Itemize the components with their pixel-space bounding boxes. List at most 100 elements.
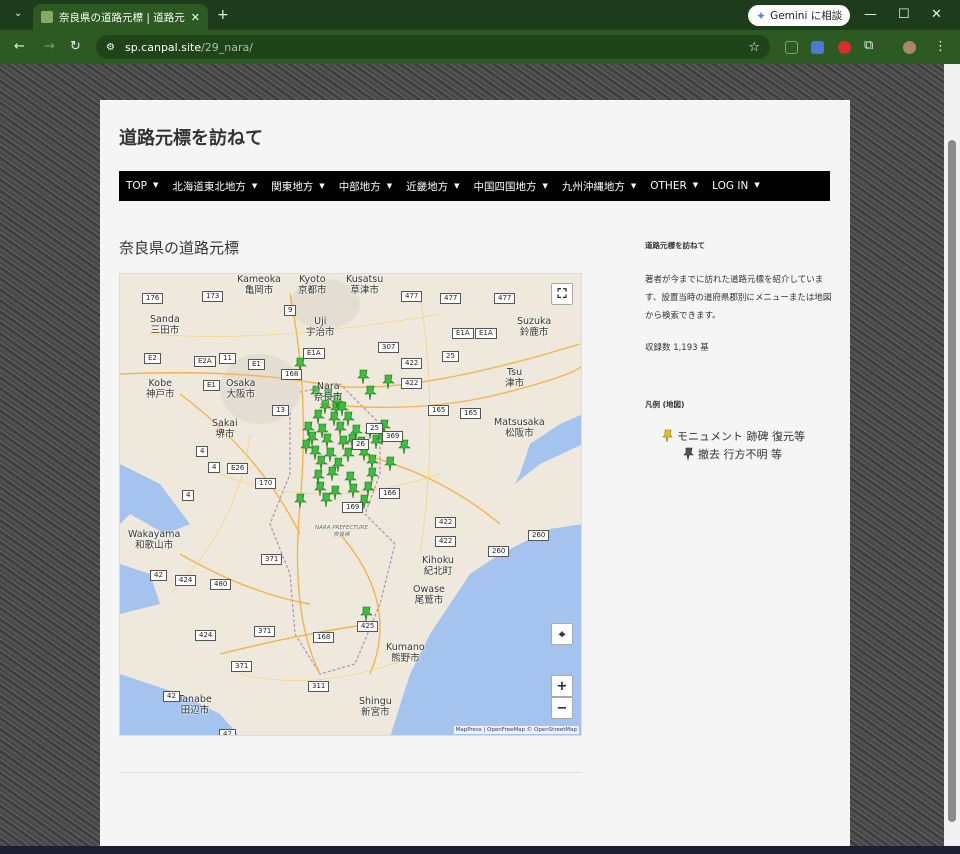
- site-info-icon[interactable]: ⚙: [106, 42, 115, 53]
- map-marker-pin[interactable]: [312, 409, 325, 425]
- bookmark-star-icon[interactable]: ☆: [748, 40, 760, 55]
- map-marker-pin[interactable]: [364, 385, 377, 401]
- route-shield: 25: [442, 351, 459, 362]
- route-shield: 25: [366, 423, 383, 434]
- route-shield: 477: [440, 293, 462, 304]
- address-bar[interactable]: ⚙ sp.canpal.site/29_nara/ ☆: [96, 35, 770, 59]
- url-path: /29_nara/: [201, 40, 253, 54]
- forward-icon[interactable]: →: [44, 40, 55, 53]
- place-wakayama: Wakayama 和歌山市: [128, 529, 181, 551]
- route-shield: E1A: [303, 348, 325, 359]
- scroll-thumb[interactable]: [948, 140, 956, 822]
- map-marker-pin[interactable]: [315, 455, 328, 471]
- minimize-icon[interactable]: —: [864, 8, 877, 21]
- place-tsu: Tsu 津市: [505, 367, 525, 389]
- nav-item-kyushu-okinawa[interactable]: 九州沖縄地方 ▼: [562, 179, 636, 194]
- place-kameoka: Kameoka 亀岡市: [237, 274, 281, 296]
- reload-icon[interactable]: ↻: [70, 40, 81, 53]
- maximize-icon[interactable]: ☐: [898, 8, 910, 21]
- site-favicon-icon: [41, 11, 53, 23]
- site-title[interactable]: 道路元標を訪ねて: [119, 124, 263, 150]
- place-nara-prefecture: NARA PREFECTURE 奈良県: [315, 525, 368, 538]
- nav-item-kinki[interactable]: 近畿地方 ▼: [406, 179, 459, 194]
- nav-item-chubu[interactable]: 中部地方 ▼: [339, 179, 392, 194]
- legend-item-monument: モニュメント 跡碑 復元等: [662, 428, 835, 444]
- extensions-puzzle-icon[interactable]: ⧉: [864, 39, 873, 52]
- chevron-down-icon: ▼: [542, 181, 548, 190]
- new-tab-icon[interactable]: +: [217, 8, 229, 22]
- map-marker-pin[interactable]: [342, 447, 355, 463]
- map-marker-pin[interactable]: [324, 447, 337, 463]
- map-marker-pin[interactable]: [366, 467, 379, 483]
- gemini-label: Gemini に相談: [770, 10, 843, 22]
- map-marker-pin[interactable]: [321, 433, 334, 449]
- chevron-down-icon: ▼: [386, 181, 393, 190]
- route-shield: E1: [203, 380, 220, 391]
- taskbar: [0, 846, 960, 854]
- chevron-down-icon: ▼: [251, 181, 258, 190]
- back-icon[interactable]: ←: [14, 40, 25, 53]
- chevron-down-icon: ▼: [754, 181, 760, 189]
- main-nav: TOP ▼ 北海道東北地方 ▼ 関東地方 ▼ 中部地方 ▼ 近畿地方 ▼ 中国四国地方 ▼ …: [119, 171, 830, 201]
- chevron-down-icon: ▼: [692, 181, 699, 189]
- nav-item-kanto[interactable]: 関東地方 ▼: [271, 179, 324, 194]
- route-shield: E26: [227, 463, 249, 474]
- map-marker-pin[interactable]: [329, 485, 342, 501]
- locate-me-icon[interactable]: ⌖: [551, 623, 573, 645]
- map-marker-pin[interactable]: [326, 466, 339, 482]
- scrollbar[interactable]: [944, 64, 960, 846]
- route-shield: 422: [435, 517, 457, 528]
- chrome-menu-icon[interactable]: ⋮: [934, 40, 947, 53]
- map-marker-pin[interactable]: [366, 454, 379, 470]
- place-nara: Nara 奈良市: [314, 381, 343, 403]
- map-marker-pin[interactable]: [384, 456, 397, 472]
- nav-item-top[interactable]: TOP ▼: [126, 180, 158, 192]
- route-shield: E1A: [475, 328, 497, 339]
- place-sakai: Sakai 堺市: [212, 418, 238, 440]
- nav-item-other[interactable]: OTHER ▼: [650, 180, 698, 192]
- map-marker-pin[interactable]: [342, 411, 355, 427]
- nav-item-login[interactable]: LOG IN ▼: [712, 180, 760, 192]
- extension-screen-icon[interactable]: [785, 41, 798, 54]
- route-shield: 173: [202, 291, 224, 302]
- map-attribution[interactable]: MapPress | OpenFreeMap © OpenStreetMap: [453, 726, 579, 734]
- route-shield: 260: [528, 530, 550, 541]
- map-marker-pin[interactable]: [347, 483, 360, 499]
- route-shield: 176: [142, 293, 164, 304]
- map-marker-pin[interactable]: [294, 493, 307, 509]
- map-marker-pin[interactable]: [398, 439, 411, 455]
- browser-tab-active[interactable]: 奈良県の道路元標 | 道路元標を訪 ✕: [33, 4, 208, 30]
- nav-item-hokkaido-tohoku[interactable]: 北海道東北地方 ▼: [172, 179, 257, 194]
- route-shield: 260: [488, 546, 510, 557]
- zoom-out-button[interactable]: −: [551, 697, 573, 719]
- route-shield: 165: [428, 405, 450, 416]
- chevron-down-icon: ▼: [319, 181, 325, 190]
- route-shield: E2A: [194, 356, 216, 367]
- route-shield: 26: [352, 439, 369, 450]
- route-shield: 422: [435, 536, 457, 547]
- tab-list-chevron-icon[interactable]: ⌄: [14, 9, 22, 19]
- route-shield: 42: [163, 691, 180, 702]
- map-marker-pin[interactable]: [334, 421, 347, 437]
- route-shield: 422: [401, 378, 423, 389]
- map-marker-pin[interactable]: [357, 369, 370, 385]
- browser-tab-bar: ⌄ 奈良県の道路元標 | 道路元標を訪 ✕ + ✦ Gemini に相談 — ☐…: [0, 0, 960, 30]
- map[interactable]: Kameoka 亀岡市 Kyoto 京都市 Kusatsu 草津市 Sanda 三田市 …: [119, 273, 582, 736]
- close-window-icon[interactable]: ✕: [931, 8, 942, 21]
- zoom-in-button[interactable]: +: [551, 675, 573, 697]
- translate-extension-icon[interactable]: [811, 41, 824, 54]
- place-owase: Owase 尾鷲市: [413, 584, 445, 606]
- nav-item-chugoku-shikoku[interactable]: 中国四国地方 ▼: [473, 179, 547, 194]
- place-suzuka: Suzuka 鈴鹿市: [517, 316, 552, 338]
- red-extension-icon[interactable]: [838, 41, 851, 54]
- gemini-button[interactable]: ✦ Gemini に相談: [748, 5, 851, 26]
- map-marker-pin[interactable]: [362, 481, 375, 497]
- map-marker-pin[interactable]: [360, 606, 373, 622]
- fullscreen-icon[interactable]: ⛶: [551, 283, 573, 305]
- place-kusatsu: Kusatsu 草津市: [346, 274, 384, 296]
- map-marker-pin[interactable]: [320, 492, 333, 508]
- route-shield: 477: [401, 291, 423, 302]
- route-shield: 42: [219, 729, 236, 735]
- tab-close-icon[interactable]: ✕: [191, 11, 200, 24]
- profile-avatar[interactable]: [903, 41, 916, 54]
